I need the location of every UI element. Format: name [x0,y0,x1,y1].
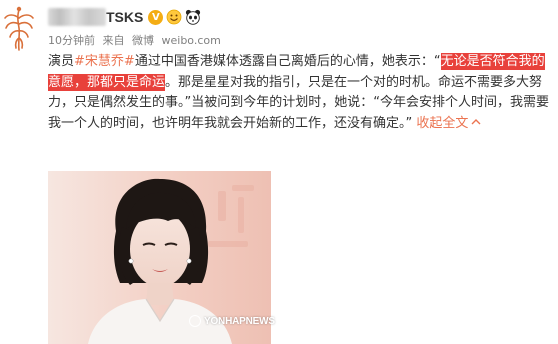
photo-watermark: YONHAPNEWS [189,315,275,327]
blurred-username [48,8,106,26]
post-text: 演员#宋慧乔#通过中国香港媒体透露自己离婚后的心情，她表示：“无论是否符合我的意… [48,52,556,134]
yonhap-logo-icon [189,315,201,327]
source-domain[interactable]: weibo.com [162,34,221,47]
post-time[interactable]: 10分钟前 [48,34,95,47]
smile-badge-icon[interactable] [166,9,182,25]
collapse-link[interactable]: 收起全文 [412,116,481,131]
post-prefix: 演员 [48,54,75,69]
avatar[interactable] [2,4,36,54]
post-header: TSKS V [48,6,201,28]
username-link[interactable]: TSKS [106,9,143,25]
verified-badge-icon[interactable]: V [148,9,164,25]
collapse-label[interactable]: 收起全文 [416,116,468,131]
weibo-post-card: TSKS V 10分钟前 来自 微博 weibo.com 演员#宋慧乔#通过中国… [0,0,558,344]
source-link[interactable]: 微博 [132,34,154,47]
post-text-1: 通过中国香港媒体透露自己离婚后的心情，她表示：“ [134,54,441,69]
watermark-text: YONHAPNEWS [204,315,275,327]
topic-link[interactable]: #宋慧乔# [74,54,135,69]
post-meta: 10分钟前 来自 微博 weibo.com [48,32,225,48]
panda-badge-icon[interactable] [185,9,201,25]
phoenix-logo-icon [4,6,34,51]
chevron-up-icon[interactable] [471,118,481,126]
source-prefix: 来自 [102,34,125,47]
